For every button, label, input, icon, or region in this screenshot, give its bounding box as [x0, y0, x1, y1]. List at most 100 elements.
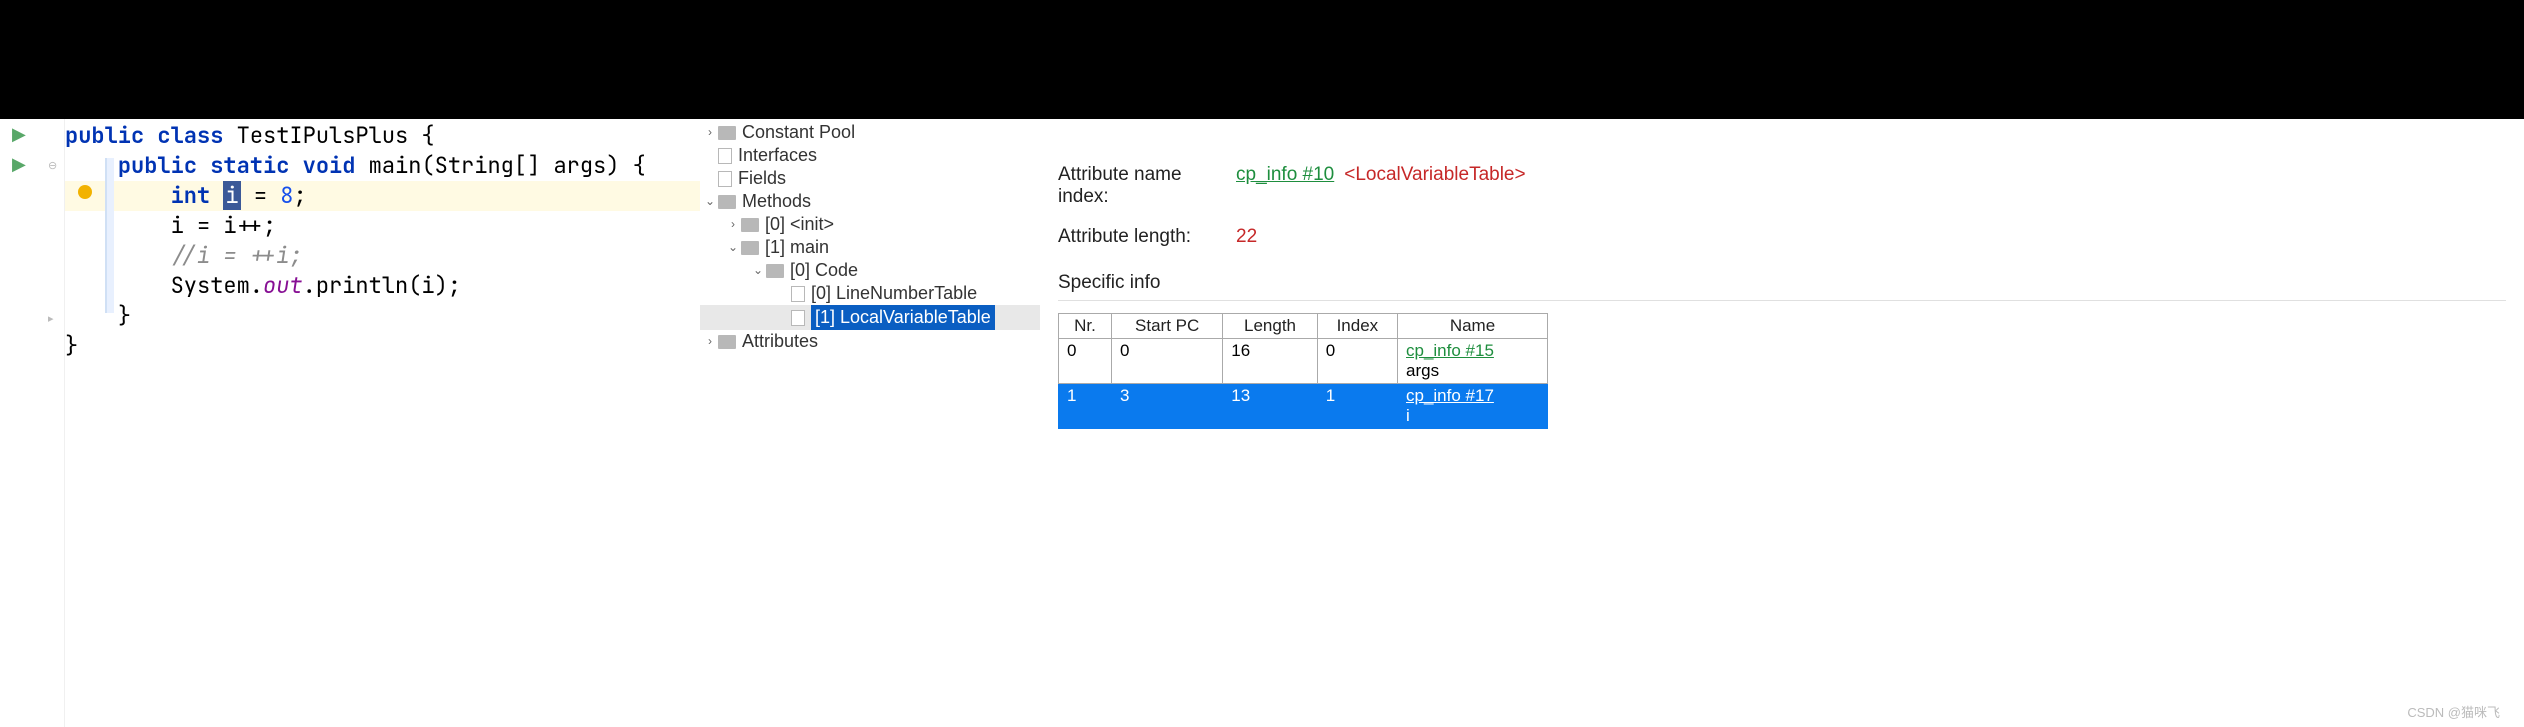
- class-name: TestIPulsPlus: [237, 121, 409, 150]
- tree-lnt[interactable]: [0] LineNumberTable: [700, 282, 1040, 305]
- table-header-row: Nr. Start PC Length Index Name: [1059, 314, 1548, 339]
- folder-icon: [718, 195, 736, 209]
- method-main: main: [369, 151, 422, 180]
- tree-label: Fields: [738, 167, 786, 190]
- kw-public2: public: [118, 151, 197, 180]
- folder-icon: [718, 335, 736, 349]
- attr-length-row: Attribute length: 22: [1058, 226, 2506, 248]
- cell-startpc: 0: [1112, 339, 1223, 384]
- kw-int: int: [171, 181, 211, 210]
- tree-label: Constant Pool: [742, 121, 855, 144]
- cp-link[interactable]: cp_info #17: [1406, 386, 1494, 405]
- cell-index: 0: [1317, 339, 1397, 384]
- run-main-icon[interactable]: ▶: [12, 155, 26, 173]
- tree-attributes[interactable]: › Attributes: [700, 330, 1040, 353]
- attr-length-label: Attribute length:: [1058, 226, 1236, 248]
- chevron-down-icon: ⌄: [750, 259, 766, 282]
- kw-class: class: [157, 121, 223, 150]
- chevron-down-icon: ⌄: [725, 236, 741, 259]
- folder-icon: [718, 126, 736, 140]
- tree-label: [1] main: [765, 236, 829, 259]
- tree-label: Attributes: [742, 330, 818, 353]
- tree-methods[interactable]: ⌄ Methods: [700, 190, 1040, 213]
- tree-main[interactable]: ⌄ [1] main: [700, 236, 1040, 259]
- kw-public: public: [65, 121, 144, 150]
- tree-label: Methods: [742, 190, 811, 213]
- chevron-down-icon: ⌄: [702, 190, 718, 213]
- line-ipp: i = i++;: [171, 211, 277, 240]
- comment-line: //i = ++i;: [171, 241, 303, 270]
- cell-index: 1: [1317, 384, 1397, 429]
- th-startpc: Start PC: [1112, 314, 1223, 339]
- brace: {: [408, 121, 434, 150]
- literal-8: 8: [280, 181, 293, 210]
- file-icon: [791, 286, 805, 302]
- cell-nr: 0: [1059, 339, 1112, 384]
- semi: ;: [293, 181, 306, 210]
- fold-end-icon[interactable]: ▸: [48, 312, 54, 325]
- code-area[interactable]: public class TestIPulsPlus { public stat…: [65, 119, 700, 727]
- attr-name-link[interactable]: cp_info #10: [1236, 164, 1334, 186]
- cell-name: cp_info #17i: [1398, 384, 1548, 429]
- th-nr: Nr.: [1059, 314, 1112, 339]
- attr-name-row: Attribute name index: cp_info #10 <Local…: [1058, 164, 2506, 208]
- main-split: ▶ ▶ ⊖ ▸ public class TestIPulsPlus { pub…: [0, 119, 2524, 727]
- local-variable-table[interactable]: Nr. Start PC Length Index Name 00160cp_i…: [1058, 313, 1548, 429]
- run-class-icon[interactable]: ▶: [12, 125, 26, 143]
- var-i-declared: i: [223, 181, 240, 210]
- chevron-right-icon: ›: [725, 213, 741, 236]
- system-prefix: System.: [171, 271, 263, 300]
- folder-icon: [741, 241, 759, 255]
- chevron-right-icon: ›: [702, 121, 718, 144]
- cell-length: 13: [1223, 384, 1317, 429]
- th-name: Name: [1398, 314, 1548, 339]
- watermark: CSDN @猫咪飞: [2407, 702, 2500, 721]
- table-row[interactable]: 13131cp_info #17i: [1059, 384, 1548, 429]
- cell-nr: 1: [1059, 384, 1112, 429]
- table-row[interactable]: 00160cp_info #15args: [1059, 339, 1548, 384]
- fold-icon[interactable]: ⊖: [48, 159, 57, 172]
- tree-label: [0] LineNumberTable: [811, 282, 977, 305]
- println-call: .println(i);: [303, 271, 461, 300]
- intention-bulb-icon[interactable]: [78, 185, 92, 199]
- tree-code[interactable]: ⌄ [0] Code: [700, 259, 1040, 282]
- attribute-info-panel: Generic info Attribute name index: cp_in…: [1040, 119, 2524, 727]
- field-out: out: [263, 271, 303, 300]
- tree-interfaces[interactable]: Interfaces: [700, 144, 1040, 167]
- attr-name-tag: <LocalVariableTable>: [1344, 164, 1525, 186]
- cell-startpc: 3: [1112, 384, 1223, 429]
- close-brace-method: }: [118, 301, 131, 330]
- folder-icon: [741, 218, 759, 232]
- tree-init[interactable]: › [0] <init>: [700, 213, 1040, 236]
- editor-gutter: ▶ ▶ ⊖ ▸: [0, 119, 65, 727]
- tree-lvt[interactable]: [1] LocalVariableTable: [700, 305, 1040, 330]
- file-icon: [791, 310, 805, 326]
- cell-length: 16: [1223, 339, 1317, 384]
- attr-name-label: Attribute name index:: [1058, 164, 1236, 208]
- folder-icon: [766, 264, 784, 278]
- tree-label: [0] Code: [790, 259, 858, 282]
- code-editor[interactable]: ▶ ▶ ⊖ ▸ public class TestIPulsPlus { pub…: [0, 119, 700, 727]
- tree-label: [0] <init>: [765, 213, 834, 236]
- tree-label-selected: [1] LocalVariableTable: [811, 305, 995, 330]
- specific-info-title: Specific info: [1058, 272, 2506, 301]
- th-length: Length: [1223, 314, 1317, 339]
- cell-name: cp_info #15args: [1398, 339, 1548, 384]
- assign-text: =: [241, 181, 281, 210]
- kw-void: void: [303, 151, 356, 180]
- top-black-bar: [0, 0, 2524, 119]
- th-index: Index: [1317, 314, 1397, 339]
- tree-constant-pool[interactable]: › Constant Pool: [700, 121, 1040, 144]
- kw-static: static: [210, 151, 289, 180]
- close-brace-class: }: [65, 331, 78, 360]
- tree-fields[interactable]: Fields: [700, 167, 1040, 190]
- file-icon: [718, 148, 732, 164]
- attr-length-value: 22: [1236, 226, 1257, 248]
- main-params: (String[] args) {: [421, 151, 645, 180]
- collapse-bar: [105, 158, 114, 313]
- tree-label: Interfaces: [738, 144, 817, 167]
- bytecode-tree[interactable]: ›Constant Pool Interfaces Fields ⌄Method…: [700, 119, 1040, 727]
- cp-link[interactable]: cp_info #15: [1406, 341, 1494, 360]
- file-icon: [718, 171, 732, 187]
- chevron-right-icon: ›: [702, 330, 718, 353]
